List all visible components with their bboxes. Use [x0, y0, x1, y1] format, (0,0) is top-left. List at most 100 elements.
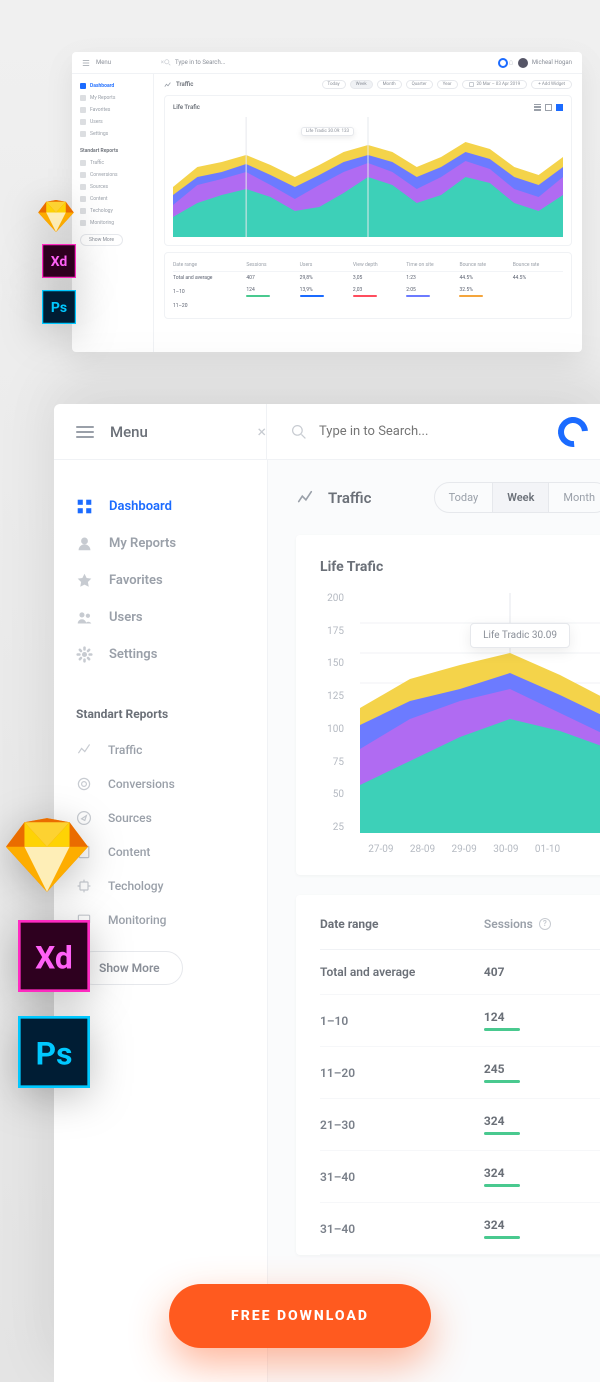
report-content-thumb[interactable]: Content: [80, 193, 145, 205]
user-name-thumb: Micheal Hogan: [532, 59, 572, 66]
sidebar-item-dashboard[interactable]: Dashboard: [76, 488, 245, 525]
dashboard-main: Menu × Dashboard My Reports Favorites: [54, 404, 600, 1382]
date-range-thumb[interactable]: 20 Mar – 03 Apr 2019: [462, 80, 528, 89]
col-depth-thumb: View depth: [353, 262, 403, 268]
user-block-thumb[interactable]: Micheal Hogan: [508, 58, 572, 68]
row-1-thumb: 1–10 124 13,9% 2,03 2:05 32.5%: [173, 284, 563, 300]
user-icon: [76, 535, 93, 552]
report-monitoring[interactable]: Monitoring: [76, 903, 245, 937]
sidebar-item-label: Dashboard: [109, 499, 172, 514]
report-techology[interactable]: Techology: [76, 869, 245, 903]
report-conversions-thumb[interactable]: Conversions: [80, 169, 145, 181]
line-toggle-icon[interactable]: [534, 104, 541, 111]
table-row: 31–40324: [320, 1203, 600, 1255]
trend-icon: [76, 742, 92, 758]
report-traffic[interactable]: Traffic: [76, 733, 245, 767]
page-title: Traffic: [328, 489, 371, 507]
search-box[interactable]: [266, 404, 558, 459]
menu-label-thumb: Menu: [96, 59, 111, 66]
report-label: Traffic: [108, 743, 142, 757]
search-input[interactable]: [319, 424, 479, 439]
search-icon: [291, 424, 307, 440]
reports-heading-thumb: Standart Reports: [80, 148, 145, 154]
search-thumb[interactable]: Type in to Search...: [164, 59, 498, 66]
col-daterange: Date range: [320, 917, 484, 931]
period-year-thumb[interactable]: Year: [437, 80, 458, 89]
add-widget-thumb[interactable]: + Add Widget: [531, 80, 572, 89]
chart-tooltip-thumb: Life Tradic 30.09: 133: [301, 127, 354, 136]
area-chart-thumb: [173, 117, 563, 237]
sidebar-item-dashboard-thumb[interactable]: Dashboard: [80, 80, 145, 92]
trend-icon: [164, 81, 172, 89]
svg-text:Ps: Ps: [36, 1036, 73, 1073]
star-icon: [76, 572, 93, 589]
reports-heading: Standart Reports: [76, 707, 245, 721]
hamburger-icon[interactable]: [76, 426, 94, 438]
menu-header: Menu ×: [76, 422, 266, 441]
summary-table-thumb: Date range Sessions Users View depth Tim…: [164, 252, 572, 319]
menu-label: Menu: [110, 423, 148, 441]
report-conversions[interactable]: Conversions: [76, 767, 245, 801]
help-icon[interactable]: ?: [539, 918, 551, 930]
col-time-thumb: Time on site: [406, 262, 456, 268]
report-sources-thumb[interactable]: Sources: [80, 181, 145, 193]
show-more-thumb[interactable]: Show More: [80, 234, 123, 246]
sidebar-item-users-thumb[interactable]: Users: [80, 116, 145, 128]
brand-logo-thumb: [498, 58, 508, 68]
bar-toggle-icon[interactable]: [545, 104, 552, 111]
col-bounce2-thumb: Bounce rate: [513, 262, 563, 268]
sidebar-item-label: Users: [109, 610, 143, 625]
sidebar-item-reports-thumb[interactable]: My Reports: [80, 92, 145, 104]
report-content[interactable]: Content: [76, 835, 245, 869]
report-monitoring-thumb[interactable]: Monitoring: [80, 217, 145, 229]
sidebar-item-users[interactable]: Users: [76, 599, 245, 636]
sidebar-item-settings-thumb[interactable]: Settings: [80, 128, 145, 140]
close-icon[interactable]: ×: [257, 422, 266, 441]
period-week[interactable]: Week: [493, 483, 549, 512]
report-label: Content: [108, 845, 150, 859]
report-label: Sources: [108, 811, 152, 825]
show-more-button[interactable]: Show More: [76, 951, 183, 985]
col-daterange-thumb: Date range: [173, 262, 243, 268]
brand-logo: [552, 410, 594, 452]
search-icon: [164, 59, 171, 66]
target-icon: [76, 776, 92, 792]
report-label: Techology: [108, 879, 163, 893]
search-placeholder-thumb: Type in to Search...: [175, 59, 226, 66]
area-toggle-icon[interactable]: [556, 104, 563, 111]
page-title-thumb: Traffic: [176, 81, 193, 88]
trend-icon: [296, 489, 314, 507]
table-row: 21–30324: [320, 1099, 600, 1151]
menu-header-thumb: Menu ×: [82, 59, 164, 67]
row-value: 407: [484, 965, 600, 979]
sidebar-item-label: My Reports: [109, 536, 176, 551]
free-download-button[interactable]: FREE DOWNLOAD: [169, 1284, 431, 1348]
sidebar-item-settings[interactable]: Settings: [76, 636, 245, 673]
chart-title-thumb: Life Trafic: [173, 104, 563, 111]
report-techology-thumb[interactable]: Techology: [80, 205, 145, 217]
table-row: 31–40324: [320, 1151, 600, 1203]
period-segment[interactable]: Today Week Month: [434, 482, 600, 513]
chart-card-thumb: Life Trafic Life Tradic 30.09: 133: [164, 95, 572, 246]
bell-icon: [508, 60, 514, 66]
sidebar-item-favorites-thumb[interactable]: Favorites: [80, 104, 145, 116]
chart-title: Life Trafic: [320, 559, 600, 575]
period-week-thumb[interactable]: Week: [350, 80, 373, 89]
xd-icon: Xd: [42, 244, 76, 278]
col-sessions: Sessions?: [484, 917, 600, 931]
dashboard-thumbnail: Menu × Type in to Search... Micheal Hoga…: [72, 52, 582, 352]
period-today[interactable]: Today: [435, 483, 494, 512]
period-month-thumb[interactable]: Month: [377, 80, 402, 89]
report-sources[interactable]: Sources: [76, 801, 245, 835]
area-chart: Life Tradic 30.09 27-0928-0929-0930-0901…: [360, 593, 600, 855]
period-quarter-thumb[interactable]: Quarter: [406, 80, 433, 89]
sidebar-item-reports[interactable]: My Reports: [76, 525, 245, 562]
col-bounce1-thumb: Bounce rate: [459, 262, 509, 268]
sidebar-item-label: Favorites: [109, 573, 163, 588]
period-month[interactable]: Month: [549, 483, 600, 512]
ps-icon: Ps: [18, 1016, 90, 1088]
period-today-thumb[interactable]: Today: [322, 80, 346, 89]
sidebar-item-favorites[interactable]: Favorites: [76, 562, 245, 599]
report-traffic-thumb[interactable]: Traffic: [80, 157, 145, 169]
chart-toggles-thumb[interactable]: [534, 104, 563, 111]
